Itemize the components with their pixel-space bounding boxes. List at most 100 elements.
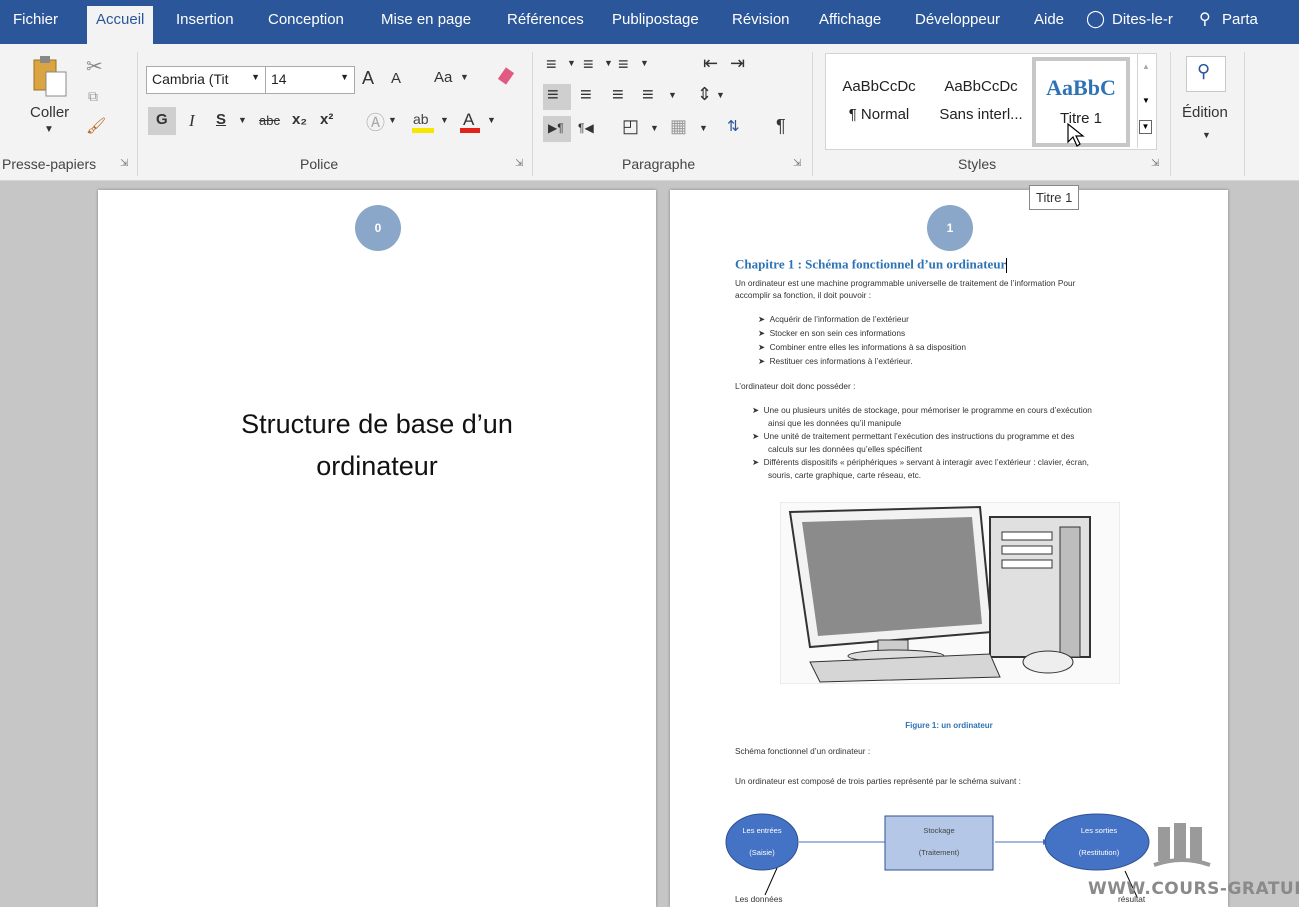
paste-button[interactable]: Coller — [30, 104, 69, 121]
text-effects-icon[interactable]: Ⓐ — [366, 108, 385, 135]
tell-me-search[interactable]: Dites-le-r — [1112, 11, 1173, 28]
chevron-down-icon[interactable]: ▼ — [650, 123, 659, 133]
line-spacing-icon[interactable]: ⇕ — [697, 84, 712, 105]
chapter-heading-text: Chapitre 1 : Schéma fonctionnel d’un ord… — [735, 256, 1007, 272]
font-group-label: Police — [300, 156, 339, 172]
editing-button[interactable]: Édition — [1182, 104, 1228, 121]
lightbulb-icon[interactable]: ◯ — [1086, 9, 1105, 29]
mouse-cursor-icon — [1067, 122, 1085, 147]
chevron-down-icon[interactable]: ▼ — [640, 58, 649, 68]
change-case-button[interactable]: Aa — [434, 69, 452, 86]
font-color-icon[interactable]: A — [458, 108, 482, 136]
bullets-icon[interactable]: ≡ — [546, 54, 557, 75]
font-name-value: Cambria (Tit — [152, 71, 229, 87]
storage-node: Stockage (Traitement) — [885, 820, 993, 864]
subscript-button[interactable]: x₂ — [292, 111, 307, 128]
borders-icon[interactable]: ▦ — [670, 116, 687, 137]
styles-scrollbar[interactable]: ▲ ▼ ▼ — [1137, 54, 1155, 148]
chevron-down-icon[interactable]: ▼ — [460, 72, 469, 82]
format-painter-icon[interactable]: 🖌 — [86, 116, 106, 136]
italic-button[interactable]: I — [189, 111, 195, 131]
font-size-dropdown[interactable]: 14 ▼ — [265, 66, 355, 94]
chevron-down-icon[interactable]: ▼ — [1202, 130, 1211, 140]
multilevel-list-icon[interactable]: ≡ — [618, 54, 629, 75]
numbering-icon[interactable]: ≡ — [583, 54, 594, 75]
text-cursor — [1006, 258, 1008, 273]
increase-indent-icon[interactable]: ⇥ — [730, 53, 745, 74]
bullet-text: Différents dispositifs « périphériques »… — [763, 457, 1089, 467]
chevron-down-icon[interactable]: ▼ — [388, 115, 397, 125]
superscript-button[interactable]: x² — [320, 111, 333, 128]
align-center-icon[interactable]: ≡ — [580, 84, 592, 107]
clear-formatting-icon[interactable] — [495, 67, 515, 89]
chevron-down-icon[interactable]: ▼ — [440, 115, 449, 125]
chevron-down-icon[interactable]: ▼ — [668, 90, 677, 100]
document-area: 0 Structure de base d’un ordinateur 1 Ch… — [0, 181, 1299, 907]
decrease-indent-icon[interactable]: ⇤ — [703, 53, 718, 74]
page-1[interactable]: 1 Chapitre 1 : Schéma fonctionnel d’un o… — [670, 190, 1228, 907]
align-right-icon[interactable]: ≡ — [612, 84, 624, 107]
separator — [1170, 52, 1171, 176]
tab-conception[interactable]: Conception — [268, 11, 344, 28]
grow-font-button[interactable]: A — [362, 68, 374, 89]
bullet-text: Combiner entre elles les informations à … — [769, 342, 967, 352]
rtl-icon[interactable]: ¶◀ — [578, 121, 594, 135]
font-name-dropdown[interactable]: Cambria (Tit ▼ — [146, 66, 266, 94]
share-button[interactable]: Parta — [1222, 11, 1258, 28]
strikethrough-button[interactable]: abc — [259, 113, 280, 128]
tab-accueil[interactable]: Accueil — [87, 6, 154, 44]
pilcrow-icon[interactable]: ¶ — [776, 116, 786, 137]
tab-mise-en-page[interactable]: Mise en page — [381, 11, 471, 28]
styles-launcher-icon[interactable]: ⇲ — [1151, 158, 1159, 169]
chevron-down-icon[interactable]: ▼ — [716, 90, 725, 100]
style-normal[interactable]: AaBbCcDc ¶ Normal — [830, 56, 928, 142]
align-left-icon[interactable]: ≡ — [547, 84, 559, 107]
arrow-bullet-icon: ➤ — [752, 457, 764, 467]
paragraph-group-label: Paragraphe — [622, 156, 696, 172]
shading-icon[interactable]: ◰ — [622, 116, 639, 137]
tab-developpeur[interactable]: Développeur — [915, 11, 1000, 28]
bullet-item: ➤ Différents dispositifs « périphériques… — [752, 456, 1089, 468]
more-styles-icon[interactable]: ▼ — [1139, 120, 1152, 134]
scroll-down-icon[interactable]: ▼ — [1142, 96, 1150, 105]
chevron-down-icon[interactable]: ▼ — [238, 115, 247, 125]
clipboard-launcher-icon[interactable]: ⇲ — [120, 158, 128, 169]
page-0[interactable]: 0 Structure de base d’un ordinateur — [98, 190, 656, 907]
intro-line: accomplir sa fonction, il doit pouvoir : — [735, 290, 872, 300]
underline-button[interactable]: S — [216, 111, 226, 128]
find-button[interactable]: ⚲ — [1186, 56, 1226, 92]
tab-fichier[interactable]: Fichier — [13, 11, 58, 28]
tab-publipostage[interactable]: Publipostage — [612, 11, 699, 28]
tab-insertion[interactable]: Insertion — [176, 11, 234, 28]
bullet-item: ➤ Combiner entre elles les informations … — [758, 341, 966, 353]
watermark-text: WWW.COURS-GRATUIT.COM — [1088, 879, 1299, 899]
chevron-down-icon[interactable]: ▼ — [699, 123, 708, 133]
justify-icon[interactable]: ≡ — [642, 84, 654, 107]
page-title-line: ordinateur — [316, 451, 438, 481]
tab-references[interactable]: Références — [507, 11, 584, 28]
tab-aide[interactable]: Aide — [1034, 11, 1064, 28]
cut-icon[interactable]: ✂ — [86, 54, 103, 79]
paste-icon[interactable] — [30, 54, 70, 98]
svg-text:ab: ab — [413, 111, 429, 127]
chevron-down-icon[interactable]: ▼ — [567, 58, 576, 68]
font-launcher-icon[interactable]: ⇲ — [515, 158, 523, 169]
tab-revision[interactable]: Révision — [732, 11, 790, 28]
chevron-down-icon[interactable]: ▼ — [604, 58, 613, 68]
paragraph-launcher-icon[interactable]: ⇲ — [793, 158, 801, 169]
shrink-font-button[interactable]: A — [391, 70, 401, 87]
scroll-up-icon[interactable]: ▲ — [1142, 62, 1150, 71]
paste-dropdown-icon[interactable]: ▼ — [44, 124, 54, 135]
bullet-item: ➤ Acquérir de l’information de l’extérie… — [758, 313, 909, 325]
bold-button[interactable]: G — [156, 111, 168, 128]
copy-icon[interactable]: ⧉ — [88, 88, 98, 105]
highlight-icon[interactable]: ab — [410, 108, 436, 136]
ltr-icon[interactable]: ▶¶ — [548, 121, 564, 135]
chevron-down-icon[interactable]: ▼ — [487, 115, 496, 125]
sort-icon[interactable]: ⇅ — [727, 117, 740, 135]
tab-affichage[interactable]: Affichage — [819, 11, 881, 28]
person-icon[interactable]: ⚲ — [1199, 9, 1211, 29]
font-size-value: 14 — [271, 71, 287, 87]
style-sans-interligne[interactable]: AaBbCcDc Sans interl... — [932, 56, 1030, 142]
chevron-down-icon: ▼ — [251, 72, 260, 82]
